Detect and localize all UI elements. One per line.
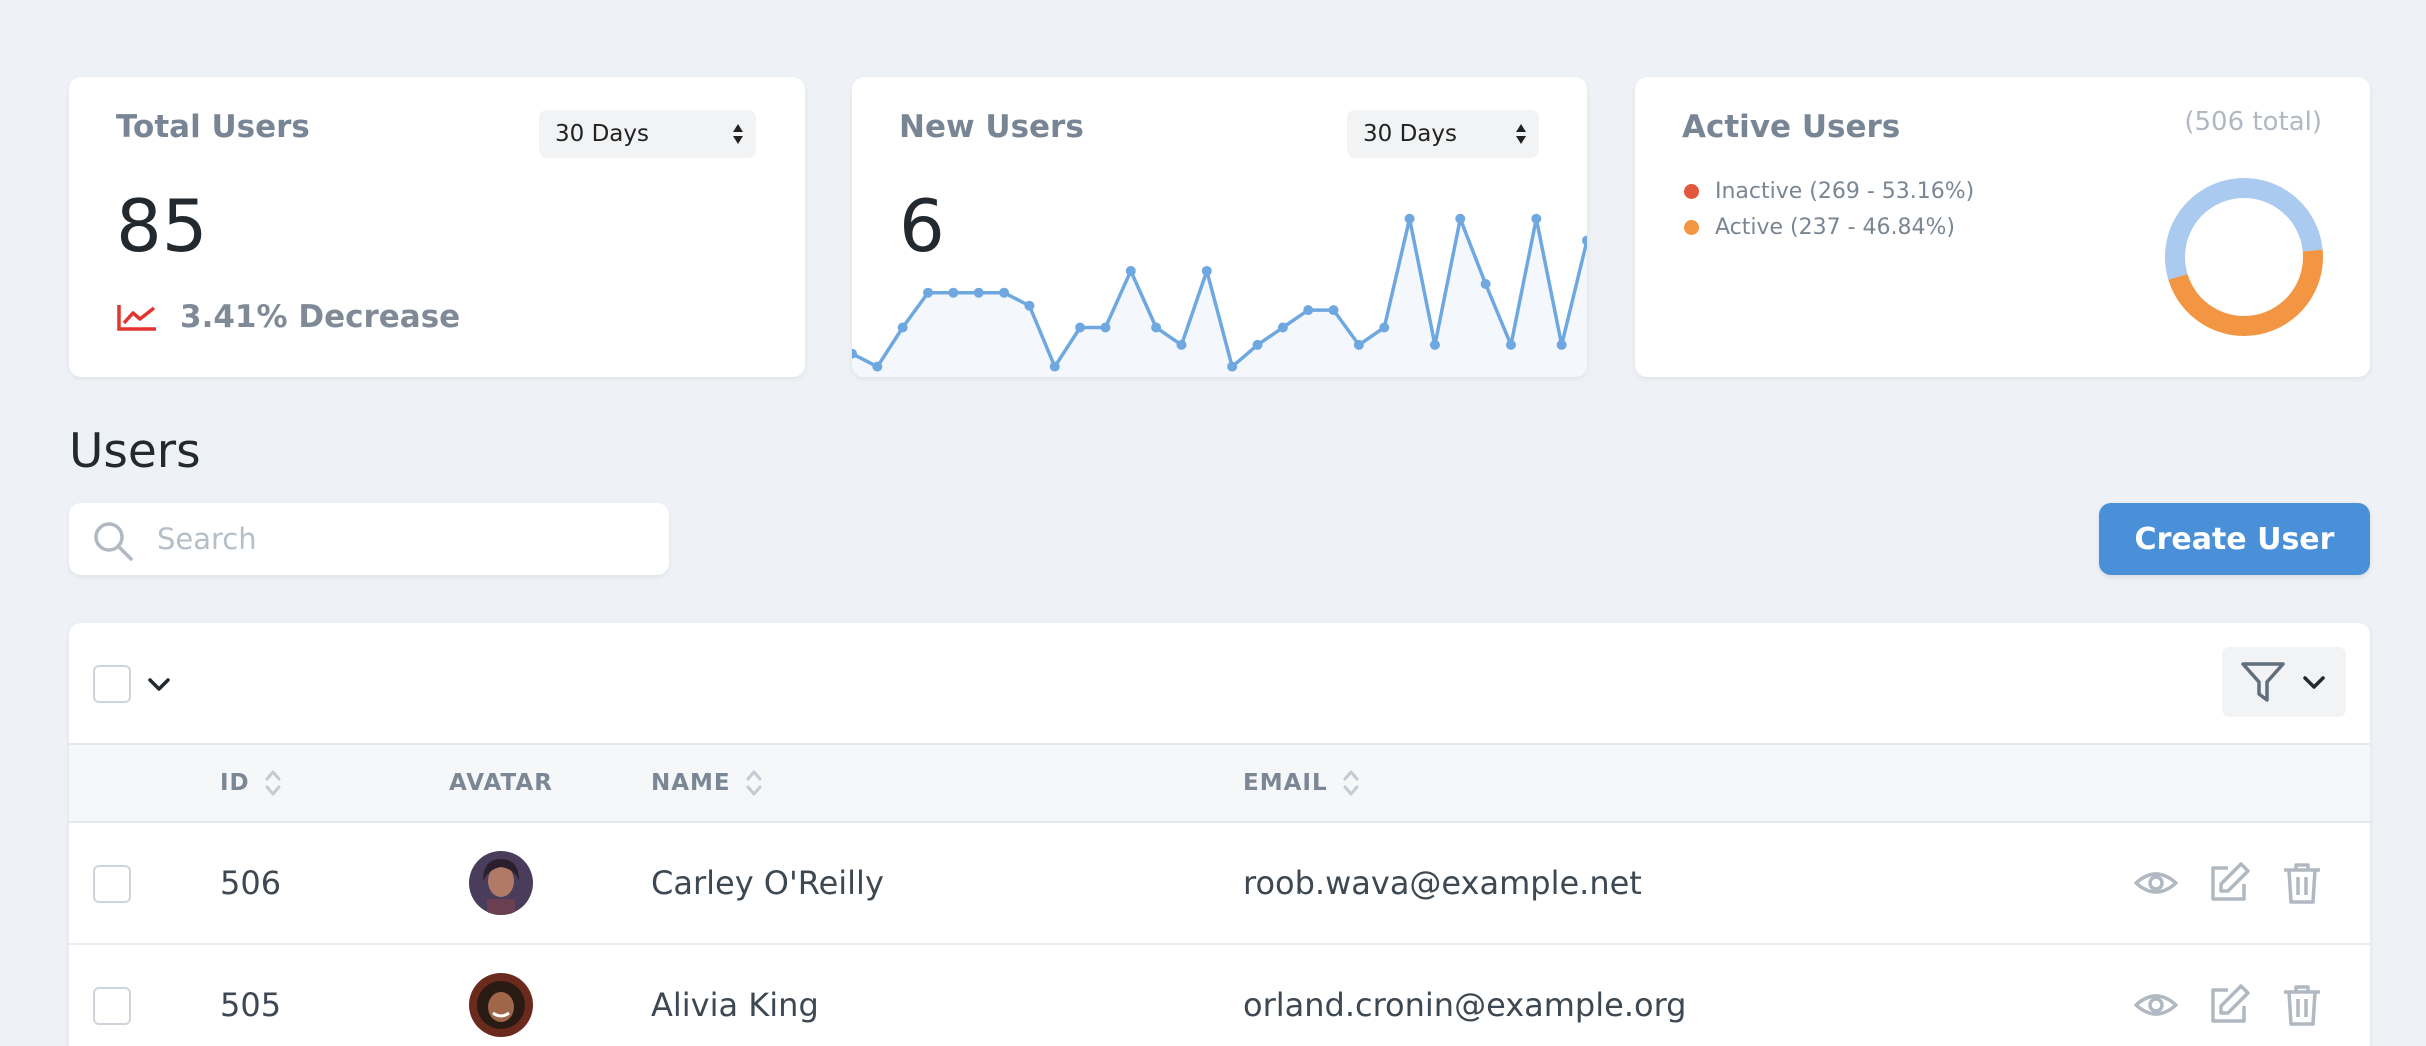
row-email: orland.cronin@example.org (1243, 986, 1687, 1024)
sparkline-point (1176, 339, 1187, 350)
sparkline-point (1429, 339, 1440, 350)
sparkline-area (852, 218, 1587, 377)
sparkline-point (872, 361, 883, 372)
sparkline-point (1252, 339, 1263, 350)
column-header-avatar: AVATAR (449, 745, 553, 821)
sparkline-point (1582, 235, 1587, 246)
column-header-email-label: EMAIL (1243, 770, 1328, 796)
select-arrows-icon (733, 124, 743, 144)
table-toolbar (69, 623, 2370, 743)
sparkline-point (1151, 322, 1162, 333)
column-header-id[interactable]: ID (220, 745, 282, 821)
filter-icon (2241, 662, 2285, 702)
sparkline-point (1201, 265, 1212, 276)
sort-icon (265, 770, 281, 796)
sparkline-point (897, 322, 908, 333)
legend-dot-inactive (1684, 183, 1699, 199)
delete-trash-icon[interactable] (2279, 982, 2325, 1028)
create-user-button[interactable]: Create User (2099, 503, 2370, 575)
new-users-card: New Users 30 Days 6 (852, 77, 1587, 377)
sparkline-point (1379, 322, 1390, 333)
view-eye-icon[interactable] (2133, 982, 2179, 1028)
view-eye-icon[interactable] (2133, 860, 2179, 906)
sparkline-point (1328, 305, 1339, 316)
column-header-email[interactable]: EMAIL (1243, 745, 1360, 821)
sparkline-point (1049, 361, 1060, 372)
row-id: 506 (220, 864, 282, 902)
legend-label-inactive: Inactive (269 - 53.16%) (1715, 178, 1975, 204)
table-row[interactable]: 505 Alivia King orland.cronin@example.or… (69, 945, 2370, 1046)
active-users-card: Active Users (506 total) Inactive (269 -… (1635, 77, 2370, 377)
chevron-down-icon (2303, 676, 2325, 689)
sparkline-point (973, 287, 984, 298)
total-users-range-value: 30 Days (555, 121, 649, 147)
active-users-legend: Inactive (269 - 53.16%) Active (237 - 46… (1684, 173, 1974, 245)
total-users-value: 85 (116, 184, 208, 268)
avatar (469, 851, 533, 915)
trend-down-icon (117, 305, 156, 331)
table-row[interactable]: 506 Carley O'Reilly roob.wava@example.ne… (69, 823, 2370, 945)
column-header-name[interactable]: NAME (651, 745, 763, 821)
active-users-title: Active Users (1682, 109, 1901, 145)
users-table: ID AVATAR NAME EMAIL 506 Carley O'Reilly… (69, 623, 2370, 1046)
total-users-trend-text: 3.41% Decrease (180, 299, 461, 335)
legend-dot-active (1684, 219, 1699, 235)
edit-icon[interactable] (2206, 860, 2252, 906)
column-header-id-label: ID (220, 770, 250, 796)
row-name: Alivia King (651, 986, 819, 1024)
sort-icon (746, 770, 762, 796)
sparkline-point (1075, 322, 1086, 333)
select-all-checkbox[interactable] (93, 665, 131, 703)
sparkline-point (999, 287, 1010, 298)
row-id: 505 (220, 986, 282, 1024)
total-users-card: Total Users 30 Days 85 3.41% Decrease (69, 77, 805, 377)
row-checkbox[interactable] (93, 987, 131, 1025)
edit-icon[interactable] (2206, 982, 2252, 1028)
search-icon (94, 522, 133, 561)
donut-slice-inactive (2165, 178, 2323, 280)
legend-label-active: Active (237 - 46.84%) (1715, 214, 1956, 240)
filter-button[interactable] (2222, 647, 2346, 717)
table-header: ID AVATAR NAME EMAIL (69, 743, 2370, 823)
search-box (69, 503, 669, 575)
sparkline-point (1024, 300, 1035, 311)
sort-icon (1343, 770, 1359, 796)
sparkline-point (1404, 213, 1415, 224)
page-title: Users (69, 424, 201, 479)
select-menu-chevron-icon[interactable] (147, 677, 171, 693)
avatar-image (469, 973, 533, 1037)
legend-item-inactive: Inactive (269 - 53.16%) (1684, 173, 1974, 209)
sparkline-point (948, 287, 959, 298)
row-checkbox[interactable] (93, 865, 131, 903)
donut-slice-active (2168, 249, 2323, 336)
legend-item-active: Active (237 - 46.84%) (1684, 209, 1974, 245)
row-name: Carley O'Reilly (651, 864, 884, 902)
total-users-trend: 3.41% Decrease (116, 299, 460, 335)
active-users-donut-chart (2165, 178, 2323, 336)
delete-trash-icon[interactable] (2279, 860, 2325, 906)
sparkline-point (1455, 213, 1466, 224)
sparkline-point (1480, 279, 1491, 289)
new-users-sparkline (852, 213, 1587, 377)
sparkline-point (1227, 361, 1238, 372)
total-users-title: Total Users (116, 109, 310, 145)
sparkline-point (923, 287, 934, 298)
sparkline-point (1505, 339, 1516, 350)
column-header-avatar-label: AVATAR (449, 770, 553, 796)
active-users-total: (506 total) (2184, 107, 2322, 137)
column-header-name-label: NAME (651, 770, 731, 796)
sparkline-point (1125, 265, 1136, 276)
avatar-image (469, 851, 533, 915)
avatar (469, 973, 533, 1037)
sparkline-point (1100, 322, 1111, 333)
row-email: roob.wava@example.net (1243, 864, 1642, 902)
search-input[interactable] (157, 515, 637, 563)
sparkline-point (1277, 322, 1288, 333)
total-users-range-select[interactable]: 30 Days (539, 110, 756, 158)
sparkline-point (1353, 339, 1364, 350)
sparkline-point (1531, 213, 1542, 224)
sparkline-point (1303, 305, 1314, 316)
sparkline-point (1556, 339, 1567, 350)
